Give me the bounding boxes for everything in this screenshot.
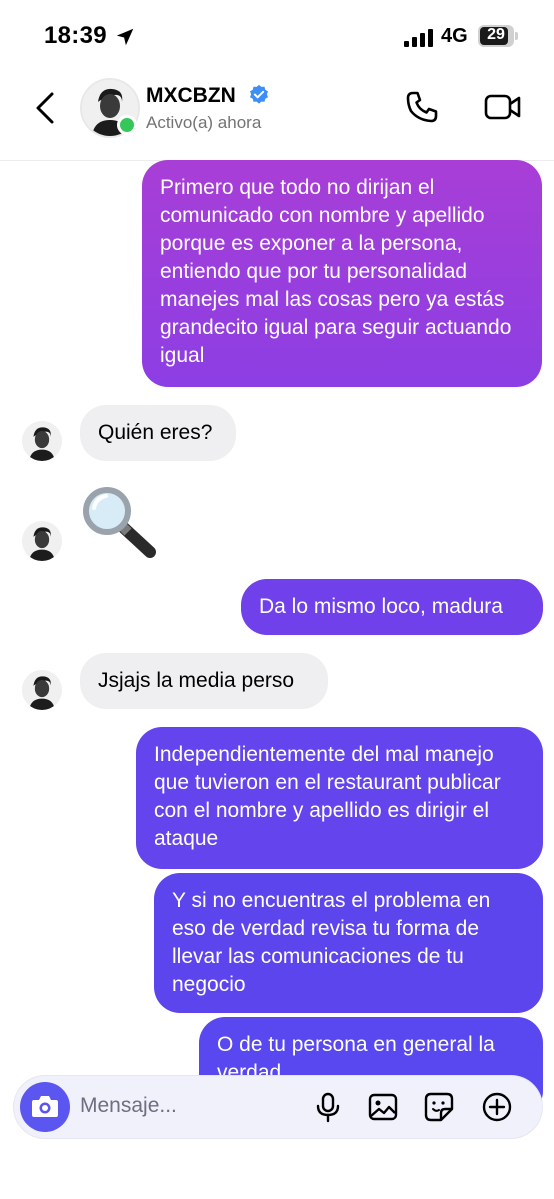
- message-outgoing[interactable]: Da lo mismo loco, madura: [241, 579, 543, 635]
- status-bar: 18:39 4G 29: [0, 0, 554, 72]
- message-outgoing[interactable]: Primero que todo no dirijan el comunicad…: [142, 160, 542, 387]
- phone-call-icon[interactable]: [405, 90, 439, 124]
- online-indicator: [117, 115, 137, 135]
- verified-badge-icon: [250, 84, 268, 104]
- camera-button[interactable]: [20, 1082, 70, 1132]
- camera-icon: [32, 1096, 58, 1117]
- signal-icon: [404, 29, 433, 47]
- message-text: Quién eres?: [98, 421, 213, 444]
- plus-circle-icon[interactable]: [481, 1091, 513, 1123]
- avatar-photo-icon: [22, 670, 62, 710]
- avatar-photo-icon: [22, 521, 62, 561]
- bottom-safe-area: [0, 1150, 554, 1199]
- message-composer: Mensaje...: [14, 1076, 542, 1138]
- chat-header: MXCBZN Activo(a) ahora: [0, 72, 554, 161]
- contact-name[interactable]: MXCBZN: [146, 84, 236, 108]
- message-input[interactable]: Mensaje...: [80, 1094, 177, 1118]
- video-call-icon[interactable]: [484, 92, 522, 122]
- microphone-icon[interactable]: [312, 1091, 344, 1123]
- sender-avatar[interactable]: [22, 421, 62, 461]
- sender-avatar[interactable]: [22, 670, 62, 710]
- message-text: Jsjajs la media perso: [98, 669, 295, 692]
- location-arrow-icon: [116, 28, 134, 46]
- network-type: 4G: [441, 25, 468, 47]
- message-text: Independientemente del mal manejo que tu…: [154, 743, 501, 850]
- message-incoming[interactable]: Quién eres?: [80, 405, 236, 461]
- sticker-icon[interactable]: [423, 1091, 455, 1123]
- message-incoming[interactable]: Jsjajs la media perso: [80, 653, 328, 709]
- battery-level: 29: [487, 26, 505, 43]
- sender-avatar[interactable]: [22, 521, 62, 561]
- magnifying-glass-icon[interactable]: [80, 486, 160, 562]
- gallery-icon[interactable]: [367, 1091, 399, 1123]
- active-status: Activo(a) ahora: [146, 113, 262, 132]
- clock: 18:39: [44, 22, 107, 49]
- message-outgoing[interactable]: Independientemente del mal manejo que tu…: [136, 727, 543, 869]
- battery-icon: 29: [478, 25, 518, 47]
- back-chevron-icon[interactable]: [30, 88, 62, 128]
- message-outgoing[interactable]: Y si no encuentras el problema en eso de…: [154, 873, 543, 1013]
- avatar-photo-icon: [22, 421, 62, 461]
- message-text: Da lo mismo loco, madura: [259, 595, 503, 618]
- message-text: Y si no encuentras el problema en eso de…: [172, 889, 491, 996]
- message-text: Primero que todo no dirijan el comunicad…: [160, 176, 512, 367]
